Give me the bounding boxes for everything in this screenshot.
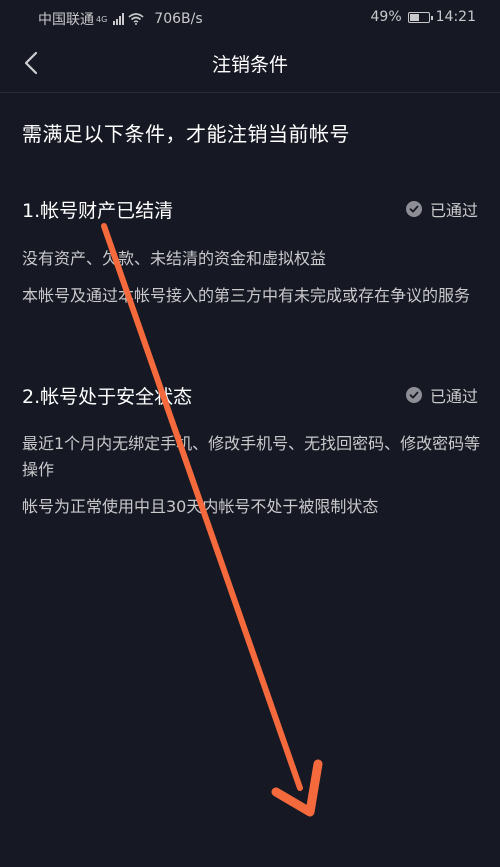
condition-desc: 最近1个月内无绑定手机、修改手机号、无找回密码、修改密码等操作 xyxy=(22,434,481,479)
status-label: 已通过 xyxy=(429,201,478,220)
battery-fill xyxy=(409,13,419,21)
condition-title: 1.帐号财产已结清 xyxy=(22,200,174,222)
condition-status: 已通过 xyxy=(405,383,478,407)
nav-bar: 注销条件 xyxy=(0,34,500,93)
conditions-heading: 需满足以下条件，才能注销当前帐号 xyxy=(22,122,350,146)
condition-status: 已通过 xyxy=(405,197,478,221)
condition-desc: 本帐号及通过本帐号接入的第三方中有未完成或存在争议的服务 xyxy=(22,286,471,305)
status-right: 49% 14:21 xyxy=(371,9,476,25)
check-icon xyxy=(405,387,422,403)
condition-title: 2.帐号处于安全状态 xyxy=(22,386,193,408)
network-speed: 706B/s xyxy=(154,11,203,27)
page-title: 注销条件 xyxy=(211,54,288,76)
check-icon xyxy=(405,201,422,217)
status-label: 已通过 xyxy=(429,387,478,406)
signal-icon xyxy=(113,13,125,25)
status-left: 中国联通 4G 706B/s xyxy=(38,9,203,29)
wifi-icon xyxy=(128,13,144,25)
battery-icon xyxy=(407,11,433,23)
battery-percent: 49% xyxy=(370,9,402,25)
clock: 14:21 xyxy=(435,9,476,25)
network-gen-label: 4G xyxy=(96,14,108,24)
condition-desc: 帐号为正常使用中且30天内帐号不处于被限制状态 xyxy=(22,497,379,516)
carrier-label: 中国联通 xyxy=(38,12,94,28)
condition-desc: 没有资产、欠款、未结清的资金和虚拟权益 xyxy=(22,249,327,268)
status-bar: 中国联通 4G 706B/s 49% 14:21 xyxy=(0,0,500,34)
